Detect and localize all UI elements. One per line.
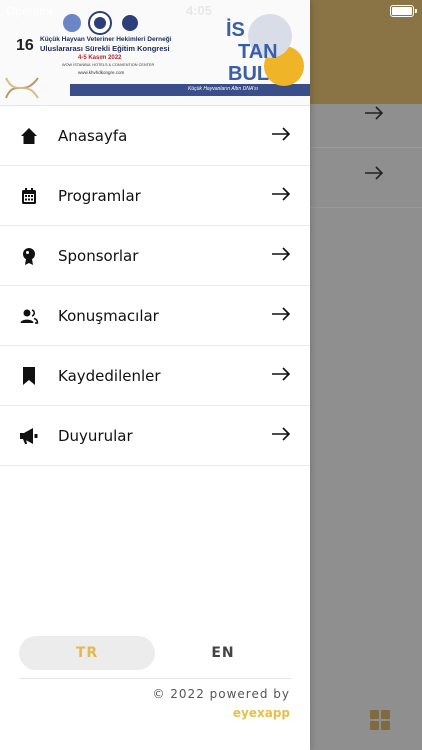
language-tr-button[interactable]: TR (19, 636, 155, 670)
banner-venue: WOW İSTANBUL HOTELS & CONVENTION CENTER (62, 63, 155, 67)
menu-item-label: Sponsorlar (58, 246, 139, 265)
menu-item-label: Duyurular (58, 426, 133, 445)
menu-item-kaydedilenler[interactable]: Kaydedilenler (0, 346, 310, 406)
menu-item-label: Kaydedilenler (58, 366, 161, 385)
menu-item-programlar[interactable]: Programlar (0, 166, 310, 226)
arrow-right-icon (272, 247, 291, 261)
banner-tagline: Küçük Hayvanların Altın DNA'sı (188, 86, 258, 92)
side-drawer: 16 Küçük Hayvan Veteriner Hekimleri Dern… (0, 0, 310, 750)
background-row (310, 148, 422, 208)
footer-divider (19, 678, 291, 679)
status-bar: Operator 4:05 (0, 0, 422, 22)
menu-item-duyurular[interactable]: Duyurular (0, 406, 310, 466)
battery-icon (390, 5, 417, 17)
menu-item-konusmacilar[interactable]: Konuşmacılar (0, 286, 310, 346)
megaphone-icon (20, 428, 38, 444)
home-icon (21, 128, 37, 144)
menu-item-label: Programlar (58, 186, 141, 205)
arrow-right-icon (365, 106, 384, 120)
menu-item-anasayfa[interactable]: Anasayfa (0, 106, 310, 166)
status-time: 4:05 (186, 3, 213, 18)
banner-line-2: Uluslararası Sürekli Eğitim Kongresi (40, 44, 170, 53)
speakers-icon (20, 309, 39, 324)
arrow-right-icon (272, 427, 291, 441)
sponsor-medal-icon (23, 248, 35, 265)
arrow-right-icon (272, 127, 291, 141)
arrow-right-icon (365, 166, 384, 180)
svg-text:TAN: TAN (238, 41, 278, 63)
menu-item-sponsorlar[interactable]: Sponsorlar (0, 226, 310, 286)
dna-graphic (5, 77, 39, 99)
carrier-label: Operator (6, 4, 54, 18)
svg-text:BUL: BUL (228, 63, 269, 85)
banner-date: 4-5 Kasım 2022 (78, 55, 122, 61)
language-switcher: TR EN (19, 636, 291, 670)
menu-item-label: Konuşmacılar (58, 306, 159, 325)
drawer-menu: Anasayfa Programlar Sponsorlar Konuşmacı… (0, 106, 310, 466)
arrow-right-icon (272, 187, 291, 201)
copyright-text: © 2022 powered by (152, 687, 290, 701)
congress-number: 16 (16, 37, 34, 54)
bookmark-icon (23, 367, 35, 385)
banner-website: www.khvhdkongre.com (78, 70, 125, 75)
calendar-icon (22, 188, 36, 204)
language-en-button[interactable]: EN (155, 636, 291, 670)
grid-icon[interactable] (370, 710, 390, 730)
brand-link[interactable]: eyexapp (233, 706, 290, 720)
arrow-right-icon (272, 367, 291, 381)
arrow-right-icon (272, 307, 291, 321)
background-row (310, 88, 422, 148)
banner-line-1: Küçük Hayvan Veteriner Hekimleri Derneği (40, 36, 172, 43)
menu-item-label: Anasayfa (58, 126, 128, 145)
